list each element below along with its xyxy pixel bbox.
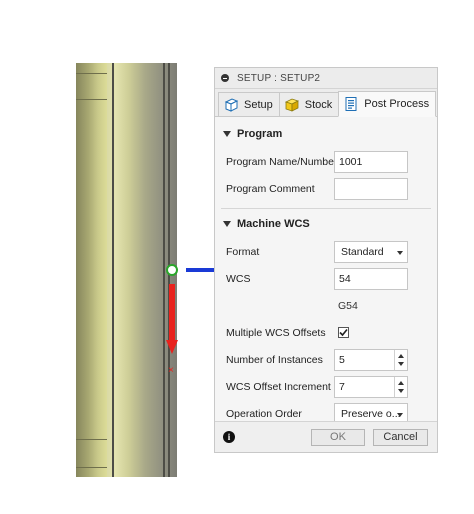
program-comment-label: Program Comment (226, 183, 315, 195)
multiple-wcs-label: Multiple WCS Offsets (226, 327, 326, 339)
z-axis-arrowhead (166, 340, 178, 354)
increment-label: WCS Offset Increment (226, 381, 331, 393)
section-divider (221, 208, 431, 209)
instances-value: 5 (339, 354, 345, 366)
spin-buttons[interactable] (394, 350, 407, 370)
axis-end-marker-icon: × (168, 365, 174, 376)
program-heading: Program (237, 128, 282, 140)
wcs-label: WCS (226, 273, 251, 285)
tab-setup-label: Setup (244, 99, 273, 111)
program-name-input[interactable]: 1001 (334, 151, 408, 173)
dialog-title: SETUP : SETUP2 (237, 73, 320, 84)
spin-down-icon[interactable] (398, 389, 404, 393)
dropdown-arrow-icon (397, 413, 403, 417)
multiple-wcs-row: Multiple WCS Offsets (215, 319, 437, 346)
spin-up-icon[interactable] (398, 354, 404, 358)
collapse-icon[interactable] (221, 74, 229, 82)
order-value: Preserve o... (341, 408, 401, 420)
machine-wcs-section-header[interactable]: Machine WCS (215, 213, 437, 235)
tab-stock-label: Stock (305, 99, 333, 111)
checkmark-icon (338, 327, 349, 338)
expand-triangle-icon (223, 221, 231, 227)
dropdown-arrow-icon (397, 251, 403, 255)
program-name-label: Program Name/Number (226, 156, 337, 168)
tab-post-process[interactable]: Post Process (338, 91, 436, 117)
instances-row: Number of Instances 5 (215, 346, 437, 373)
setup-dialog: SETUP : SETUP2 Setup Stock (214, 67, 438, 453)
program-comment-input[interactable] (334, 178, 408, 200)
format-dropdown[interactable]: Standard (334, 241, 408, 263)
format-value: Standard (341, 246, 384, 258)
increment-row: WCS Offset Increment 7 (215, 373, 437, 400)
instances-label: Number of Instances (226, 354, 323, 366)
wcs-input[interactable]: 54 (334, 268, 408, 290)
increment-value: 7 (339, 381, 345, 393)
wcs-row: WCS 54 (215, 265, 437, 292)
wcs-code-text: G54 (338, 300, 358, 312)
tab-stock[interactable]: Stock (279, 92, 340, 116)
tab-bar: Setup Stock Post Process (215, 89, 437, 117)
program-comment-row: Program Comment (215, 175, 437, 202)
info-icon[interactable]: i (223, 431, 235, 443)
z-axis-arrow (169, 284, 175, 340)
program-section-header[interactable]: Program (215, 123, 437, 145)
program-name-row: Program Name/Number 1001 (215, 148, 437, 175)
spin-buttons[interactable] (394, 377, 407, 397)
order-label: Operation Order (226, 408, 302, 420)
wcs-code-row: G54 (215, 292, 437, 319)
increment-stepper[interactable]: 7 (334, 376, 408, 398)
instances-stepper[interactable]: 5 (334, 349, 408, 371)
expand-triangle-icon (223, 131, 231, 137)
spin-up-icon[interactable] (398, 381, 404, 385)
tab-post-process-label: Post Process (364, 98, 429, 110)
dialog-titlebar[interactable]: SETUP : SETUP2 (215, 68, 437, 89)
format-row: Format Standard (215, 238, 437, 265)
cancel-button[interactable]: Cancel (373, 429, 428, 446)
stock-box-icon (284, 97, 300, 113)
multiple-wcs-checkbox[interactable] (338, 327, 349, 338)
dialog-footer: i OK Cancel (215, 421, 437, 452)
ok-button[interactable]: OK (311, 429, 365, 446)
spin-down-icon[interactable] (398, 362, 404, 366)
format-label: Format (226, 246, 259, 258)
setup-cube-icon (223, 97, 239, 113)
machine-wcs-heading: Machine WCS (237, 218, 310, 230)
post-process-icon (343, 96, 359, 112)
tab-setup[interactable]: Setup (218, 92, 280, 116)
wcs-origin-icon[interactable] (167, 265, 177, 275)
